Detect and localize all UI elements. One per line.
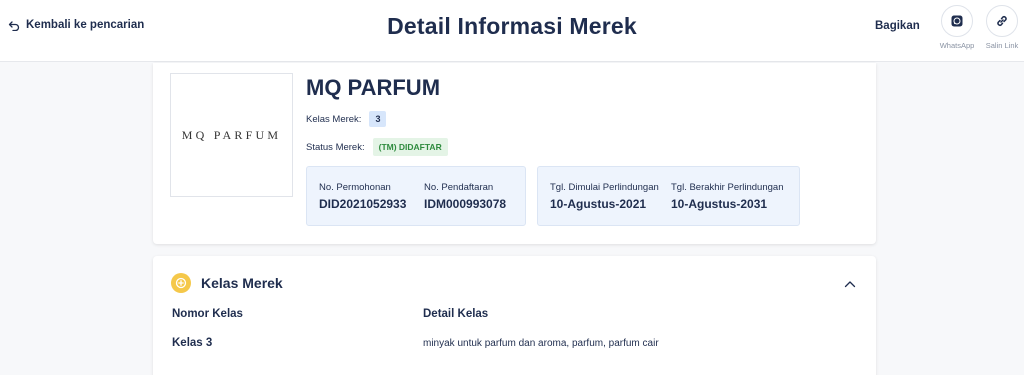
registration-number-label: No. Pendaftaran bbox=[424, 182, 494, 193]
protection-start-field: Tgl. Dimulai Perlindungan 10-Agustus-202… bbox=[550, 182, 659, 211]
class-detail-cell: minyak untuk parfum dan aroma, parfum, p… bbox=[423, 338, 659, 349]
protection-end-label: Tgl. Berakhir Perlindungan bbox=[671, 182, 784, 193]
class-row: Kelas Merek: 3 bbox=[306, 111, 387, 127]
section-title: Kelas Merek bbox=[201, 275, 283, 291]
brand-logo-text: MQ PARFUM bbox=[181, 127, 282, 142]
class-label: Kelas Merek: bbox=[306, 113, 362, 125]
whatsapp-caption: WhatsApp bbox=[939, 41, 975, 50]
chevron-up-icon bbox=[844, 281, 856, 288]
plus-circle-icon bbox=[171, 273, 191, 293]
protection-info-box: Tgl. Dimulai Perlindungan 10-Agustus-202… bbox=[537, 166, 800, 226]
protection-start-label: Tgl. Dimulai Perlindungan bbox=[550, 182, 659, 193]
whatsapp-icon bbox=[951, 15, 963, 27]
application-number-label: No. Permohonan bbox=[319, 182, 391, 193]
collapse-toggle[interactable] bbox=[842, 276, 858, 292]
link-icon bbox=[997, 15, 1007, 27]
protection-end-field: Tgl. Berakhir Perlindungan 10-Agustus-20… bbox=[671, 182, 783, 211]
copy-link-button[interactable] bbox=[986, 5, 1018, 37]
brand-name: MQ PARFUM bbox=[306, 75, 441, 100]
registration-info-box: No. Permohonan DID2021052933 No. Pendaft… bbox=[306, 166, 526, 226]
whatsapp-share-button[interactable] bbox=[941, 5, 973, 37]
brand-classes-card: Kelas Merek Nomor Kelas Detail Kelas Kel… bbox=[153, 256, 876, 375]
copy-link-caption: Salin Link bbox=[985, 41, 1019, 50]
brand-detail-card: MQ PARFUM MQ PARFUM Kelas Merek: 3 Statu… bbox=[153, 63, 876, 244]
column-header-class-number: Nomor Kelas bbox=[172, 308, 243, 320]
registration-number-field: No. Pendaftaran IDM000993078 bbox=[424, 182, 506, 211]
brand-logo: MQ PARFUM bbox=[170, 73, 293, 197]
protection-end-value: 10-Agustus-2031 bbox=[671, 197, 768, 211]
status-badge: (TM) DIDAFTAR bbox=[372, 138, 448, 156]
status-row: Status Merek: (TM) DIDAFTAR bbox=[306, 138, 448, 156]
top-bar: Kembali ke pencarian Detail Informasi Me… bbox=[0, 0, 1024, 62]
registration-number-value: IDM000993078 bbox=[424, 197, 507, 211]
status-label: Status Merek: bbox=[306, 141, 365, 153]
page-title: Detail Informasi Merek bbox=[387, 13, 637, 39]
application-number-value: DID2021052933 bbox=[319, 197, 407, 211]
application-number-field: No. Permohonan DID2021052933 bbox=[319, 182, 406, 211]
class-number-cell: Kelas 3 bbox=[172, 337, 213, 349]
column-header-class-detail: Detail Kelas bbox=[423, 308, 489, 320]
protection-start-value: 10-Agustus-2021 bbox=[550, 197, 647, 211]
share-label: Bagikan bbox=[875, 20, 920, 32]
class-badge: 3 bbox=[369, 111, 387, 127]
